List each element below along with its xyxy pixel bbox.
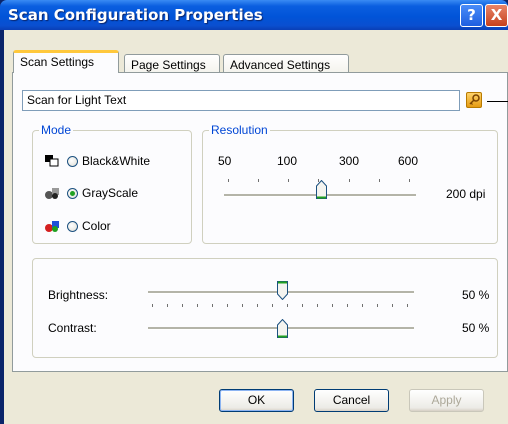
contrast-value: 50 % bbox=[462, 321, 490, 335]
apply-button[interactable]: Apply bbox=[409, 389, 484, 412]
resolution-tick-label: 300 bbox=[339, 154, 360, 168]
color-label: Color bbox=[82, 219, 111, 233]
grayscale-mode-icon bbox=[44, 186, 62, 200]
mode-option-grayscale[interactable]: GrayScale bbox=[44, 183, 138, 203]
key-icon-glyph bbox=[469, 94, 480, 105]
window-title: Scan Configuration Properties bbox=[8, 6, 263, 24]
cancel-button[interactable]: Cancel bbox=[314, 389, 389, 412]
tab-page-settings[interactable]: Page Settings bbox=[124, 54, 220, 74]
brightness-slider-thumb[interactable] bbox=[277, 281, 288, 301]
resolution-tick-label: 50 bbox=[218, 154, 232, 168]
black-white-label: Black&White bbox=[82, 154, 151, 168]
resolution-tick-label: 600 bbox=[398, 154, 419, 168]
color-radio[interactable] bbox=[67, 220, 78, 232]
resolution-legend: Resolution bbox=[209, 123, 270, 137]
preset-name-field[interactable]: Scan for Light Text bbox=[22, 90, 460, 111]
black-white-mode-icon bbox=[44, 154, 62, 168]
grayscale-radio[interactable] bbox=[67, 187, 78, 199]
black-white-radio[interactable] bbox=[67, 155, 78, 167]
ok-button[interactable]: OK bbox=[219, 389, 294, 412]
resolution-tick-label: 100 bbox=[277, 154, 298, 168]
dialog-window: Scan Configuration Properties ? X Scan S… bbox=[0, 0, 508, 424]
brightness-value: 50 % bbox=[462, 288, 490, 302]
grayscale-label: GrayScale bbox=[82, 186, 139, 200]
tab-scan-settings[interactable]: Scan Settings bbox=[13, 50, 119, 73]
color-mode-icon bbox=[44, 219, 62, 233]
resolution-slider-thumb[interactable] bbox=[316, 179, 327, 199]
help-button[interactable]: ? bbox=[460, 4, 483, 27]
callout-line bbox=[487, 101, 508, 102]
resolution-value: 200 dpi bbox=[446, 187, 486, 201]
mode-option-color[interactable]: Color bbox=[44, 216, 111, 236]
key-icon[interactable] bbox=[466, 92, 482, 108]
brightness-contrast-group bbox=[32, 258, 498, 358]
contrast-slider-thumb[interactable] bbox=[277, 318, 288, 338]
title-bar[interactable]: Scan Configuration Properties ? X bbox=[0, 0, 508, 30]
contrast-label: Contrast: bbox=[48, 321, 97, 335]
close-button[interactable]: X bbox=[485, 4, 508, 27]
tab-advanced-settings[interactable]: Advanced Settings bbox=[223, 54, 349, 74]
mode-option-black-white[interactable]: Black&White bbox=[44, 151, 150, 171]
brightness-label: Brightness: bbox=[48, 288, 109, 302]
mode-legend: Mode bbox=[39, 123, 74, 137]
